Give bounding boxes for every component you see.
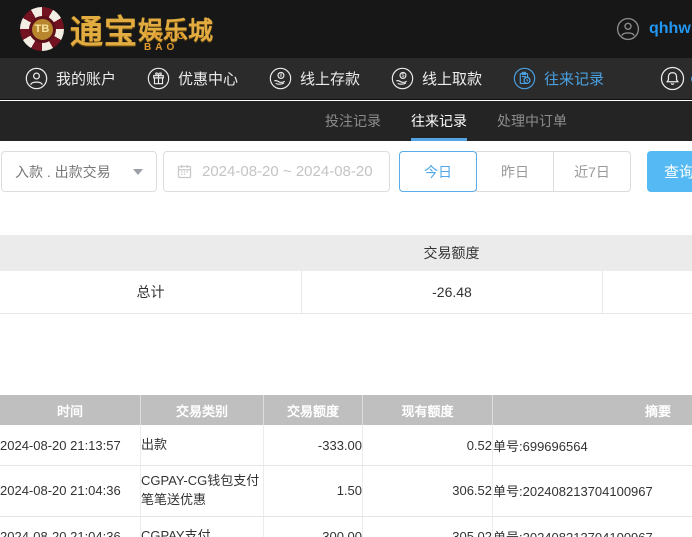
button-label: 查询 <box>663 164 692 181</box>
cell-amount: -333.00 <box>264 425 363 465</box>
cell-summary: 单号:699696564 <box>493 438 588 454</box>
tab-betting-records[interactable]: 投注记录 <box>325 101 381 141</box>
nav-item-my-account[interactable]: 我的账户 <box>25 67 116 90</box>
username[interactable]: qhhw <box>649 20 691 38</box>
quick-range-buttons: 今日 昨日 近7日 <box>399 151 631 192</box>
tab-label: 投注记录 <box>325 113 381 129</box>
nav-item-records[interactable]: 往来记录 <box>513 67 604 90</box>
nav-item-label: 优惠中心 <box>178 71 239 88</box>
nav-item-deposit[interactable]: ¥ 线上存款 <box>269 67 360 90</box>
cell-balance: 0.52 <box>363 425 493 465</box>
svg-text:$: $ <box>402 73 405 79</box>
transactions-table-header: 时间 交易类别 交易额度 现有额度 摘要 <box>0 395 692 425</box>
bell-icon <box>660 66 685 91</box>
nav-item-label: 往来记录 <box>544 71 605 88</box>
tab-label: 处理中订单 <box>497 113 567 129</box>
tab-transaction-records[interactable]: 往来记录 <box>411 101 467 141</box>
nav-item-label: 线上取款 <box>422 71 483 88</box>
cell-summary: 单号:202408213704100967 <box>493 517 692 537</box>
summary-total-row: 总计 -26.48 <box>0 271 692 314</box>
cell-balance: 305.02 <box>363 516 493 537</box>
button-label: 昨日 <box>501 163 529 180</box>
nav-item-promotions[interactable]: 优惠中心 <box>147 67 238 90</box>
top-header: TB 通宝 娱乐城 TONG BAO qhhw <box>0 0 692 58</box>
table-row: 2024-08-20 21:13:57 出款 -333.00 0.52 单号:6… <box>0 425 692 466</box>
col-header-summary: 摘要 <box>644 403 671 419</box>
summary-total-value: -26.48 <box>301 271 602 313</box>
brand-chip-text: TB <box>34 23 50 35</box>
tab-pending-orders[interactable]: 处理中订单 <box>497 101 567 141</box>
cell-type: 出款 <box>141 425 264 465</box>
transaction-type-select[interactable]: 入款 . 出款交易 <box>1 151 157 192</box>
main-nav: 我的账户 优惠中心 ¥ 线上存款 $ 线上取款 往来记录 <box>0 58 692 100</box>
brand-title: 通宝 娱乐城 TONG BAO <box>70 4 213 54</box>
col-header-amount: 交易额度 <box>264 395 363 425</box>
notifications-button[interactable] <box>660 66 685 91</box>
brand-chip-center: TB <box>28 15 56 43</box>
nav-item-label: 我的账户 <box>56 71 117 88</box>
user-circle-icon <box>25 67 48 90</box>
nav-item-withdraw[interactable]: $ 线上取款 <box>391 67 482 90</box>
transactions-table: 时间 交易类别 交易额度 现有额度 摘要 2024-08-20 21:13:57… <box>0 395 692 537</box>
records-icon <box>513 67 536 90</box>
cell-amount: 1.50 <box>264 466 363 516</box>
cell-time: 2024-08-20 21:04:36 <box>0 466 141 516</box>
yesterday-button[interactable]: 昨日 <box>476 151 554 192</box>
cell-time: 2024-08-20 21:13:57 <box>0 425 141 465</box>
summary-header-amount: 交易额度 <box>423 245 480 261</box>
brand-title-en: TONG BAO <box>144 31 189 53</box>
svg-text:¥: ¥ <box>280 73 283 79</box>
date-range-input[interactable]: 2024-08-20 ~ 2024-08-20 <box>163 151 390 192</box>
cell-summary: 单号:202408213704100967 <box>493 484 653 500</box>
brand-chip-logo: TB <box>20 7 64 51</box>
summary-table: 交易额度 总计 -26.48 <box>0 235 692 314</box>
table-row: 2024-08-20 21:04:36 CGPAY支付 300.00 305.0… <box>0 516 692 537</box>
user-avatar-icon <box>616 17 640 41</box>
deposit-icon: ¥ <box>269 67 292 90</box>
cell-time: 2024-08-20 21:04:36 <box>0 516 141 537</box>
table-row: 2024-08-20 21:04:36 CGPAY-CG钱包支付笔笔送优惠 1.… <box>0 466 692 517</box>
cell-balance: 306.52 <box>363 466 493 516</box>
col-header-time: 时间 <box>0 395 141 425</box>
calendar-icon <box>176 163 193 180</box>
cell-type: CGPAY-CG钱包支付笔笔送优惠 <box>141 466 264 516</box>
gift-icon <box>147 67 170 90</box>
tab-label: 往来记录 <box>411 113 467 129</box>
chevron-down-icon <box>133 168 143 175</box>
col-header-type: 交易类别 <box>141 395 264 425</box>
button-label: 今日 <box>424 163 452 180</box>
summary-empty-cell <box>602 271 692 313</box>
select-value: 入款 . 出款交易 <box>15 163 111 180</box>
today-button[interactable]: 今日 <box>399 151 477 192</box>
date-range-value: 2024-08-20 ~ 2024-08-20 <box>202 163 373 180</box>
summary-total-label: 总计 <box>136 284 165 300</box>
cell-type: CGPAY支付 <box>141 516 264 537</box>
button-label: 近7日 <box>574 163 610 180</box>
last-7-days-button[interactable]: 近7日 <box>553 151 631 192</box>
search-button[interactable]: 查询 <box>647 151 692 192</box>
cell-amount: 300.00 <box>264 516 363 537</box>
record-tabs: 投注记录 往来记录 处理中订单 <box>0 101 692 141</box>
page: TB 通宝 娱乐城 TONG BAO qhhw 我的账户 优惠中心 ¥ 线上存款… <box>0 0 692 537</box>
col-header-balance: 现有额度 <box>363 395 493 425</box>
user-account[interactable]: qhhw <box>616 0 691 58</box>
summary-table-header: 交易额度 <box>0 235 692 271</box>
brand-title-cn-big: 通宝 <box>70 13 138 50</box>
nav-item-label: 线上存款 <box>300 71 361 88</box>
filter-bar: 入款 . 出款交易 2024-08-20 ~ 2024-08-20 今日 昨日 <box>1 151 692 192</box>
withdraw-icon: $ <box>391 67 414 90</box>
